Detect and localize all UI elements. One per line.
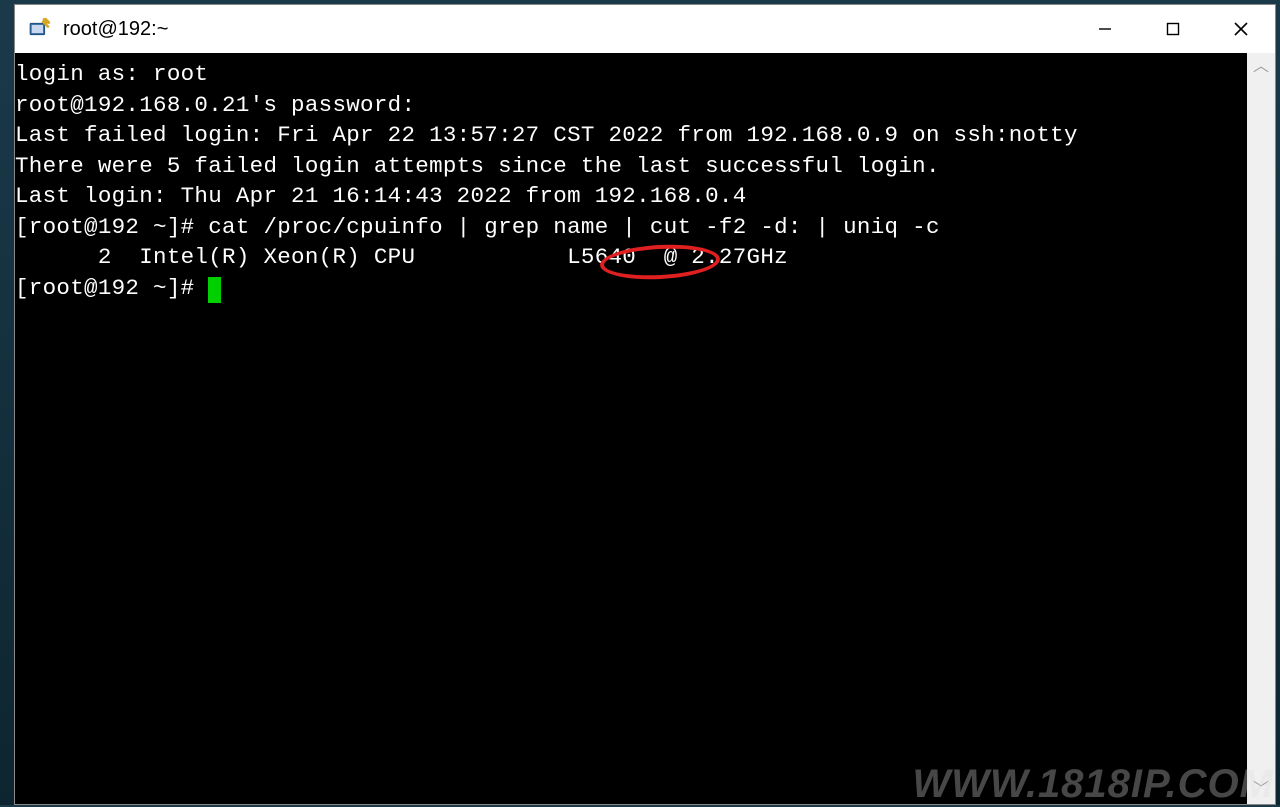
putty-icon [25,15,53,43]
scroll-up-icon[interactable]: ︿ [1253,59,1269,75]
terminal-line: login as: root [15,61,208,87]
terminal-line: 2 Intel(R) Xeon(R) CPU L5640 @ 2.27GHz [15,244,788,270]
terminal-line: There were 5 failed login attempts since… [15,153,940,179]
scrollbar[interactable]: ︿ ﹀ [1247,53,1275,804]
scroll-down-icon[interactable]: ﹀ [1253,782,1269,798]
terminal-cursor [208,277,221,303]
terminal-line: root@192.168.0.21's password: [15,92,415,118]
terminal-line: Last failed login: Fri Apr 22 13:57:27 C… [15,122,1078,148]
window-title: root@192:~ [63,18,1071,41]
window-controls [1071,5,1275,53]
terminal-area: login as: root root@192.168.0.21's passw… [15,53,1275,804]
terminal-line: [root@192 ~]# cat /proc/cpuinfo | grep n… [15,214,940,240]
terminal[interactable]: login as: root root@192.168.0.21's passw… [15,53,1247,804]
minimize-button[interactable] [1071,5,1139,53]
maximize-button[interactable] [1139,5,1207,53]
terminal-prompt: [root@192 ~]# [15,275,208,301]
titlebar[interactable]: root@192:~ [15,5,1275,53]
close-button[interactable] [1207,5,1275,53]
terminal-line: Last login: Thu Apr 21 16:14:43 2022 fro… [15,183,747,209]
putty-window: root@192:~ login as: root root@192.168.0… [14,4,1276,805]
